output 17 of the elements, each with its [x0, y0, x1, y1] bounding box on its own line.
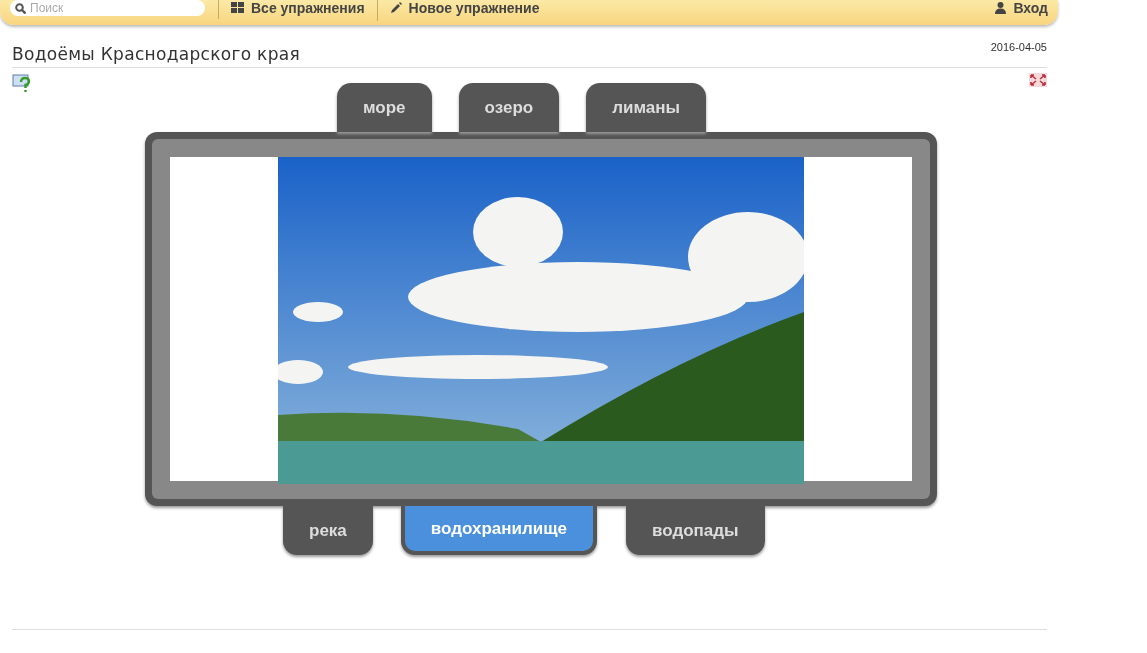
login-link[interactable]: Вход — [995, 0, 1048, 16]
user-icon — [995, 2, 1007, 14]
tab[interactable]: водопады — [626, 506, 765, 555]
tab[interactable]: лиманы — [586, 83, 707, 132]
tab[interactable]: река — [283, 506, 373, 555]
fullscreen-icon[interactable] — [1029, 73, 1047, 87]
tab[interactable]: озеро — [458, 83, 560, 132]
nav-link[interactable]: Все упражнения — [231, 0, 365, 21]
tab[interactable]: водохранилище — [400, 506, 597, 555]
help-icon[interactable] — [12, 73, 32, 93]
grid-icon — [231, 2, 244, 14]
nav-link[interactable]: Новое упражнение — [389, 0, 540, 21]
page-title: Водоёмы Краснодарского края — [12, 44, 300, 64]
tab[interactable]: море — [337, 83, 432, 132]
search-field[interactable]: Поиск — [10, 0, 205, 16]
pencil-icon — [389, 2, 402, 14]
date-text: 2016-04-05 — [990, 41, 1047, 53]
